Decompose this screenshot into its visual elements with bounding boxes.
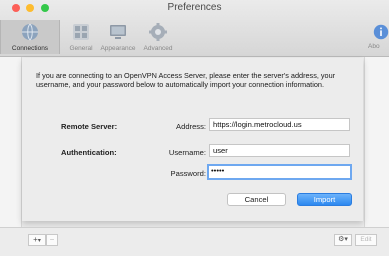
window-title: Preferences xyxy=(167,2,222,13)
username-field[interactable]: user xyxy=(209,144,350,157)
tab-advanced-label: Advanced xyxy=(143,45,173,52)
remove-connection-button[interactable]: − xyxy=(46,234,58,246)
address-field[interactable]: https://login.metrocloud.us xyxy=(209,118,350,131)
username-label: Username: xyxy=(168,148,206,157)
bottom-toolbar xyxy=(0,227,389,256)
remote-server-heading: Remote Server: xyxy=(61,122,118,131)
grid-icon xyxy=(73,24,89,40)
cancel-button[interactable]: Cancel xyxy=(227,193,286,206)
preferences-window: Preferences Connections General Appearan… xyxy=(0,0,389,256)
password-field[interactable]: ••••• xyxy=(207,164,352,180)
connections-sidebar xyxy=(0,57,22,227)
add-menu-chevron: ▾ xyxy=(37,238,41,244)
tab-about-label: Abo xyxy=(368,43,380,50)
tab-appearance-label: Appearance xyxy=(100,45,136,52)
info-icon xyxy=(373,24,389,40)
title-bar: Preferences Connections General Appearan… xyxy=(0,0,389,57)
tab-advanced[interactable]: Advanced xyxy=(140,20,176,54)
monitor-icon xyxy=(110,25,126,39)
password-label: Password: xyxy=(170,169,206,178)
address-label: Address: xyxy=(176,122,206,131)
gear-menu-button[interactable]: ⚙▾ xyxy=(334,234,352,246)
edit-button[interactable]: Edit xyxy=(355,234,377,246)
details-pane-edge xyxy=(364,57,389,227)
import-button[interactable]: Import xyxy=(297,193,352,206)
tab-about[interactable]: Abo xyxy=(368,20,389,54)
tab-connections[interactable]: Connections xyxy=(0,20,60,54)
gear-icon xyxy=(149,23,167,41)
authentication-heading: Authentication: xyxy=(61,148,117,157)
sheet-instructions: If you are connecting to an OpenVPN Acce… xyxy=(36,71,336,90)
tab-general[interactable]: General xyxy=(66,20,96,54)
tab-connections-label: Connections xyxy=(11,45,49,52)
tab-appearance[interactable]: Appearance xyxy=(98,20,138,54)
add-connection-button[interactable]: +▾ xyxy=(28,234,46,246)
globe-network-icon xyxy=(22,23,38,41)
tab-general-label: General xyxy=(69,45,93,52)
